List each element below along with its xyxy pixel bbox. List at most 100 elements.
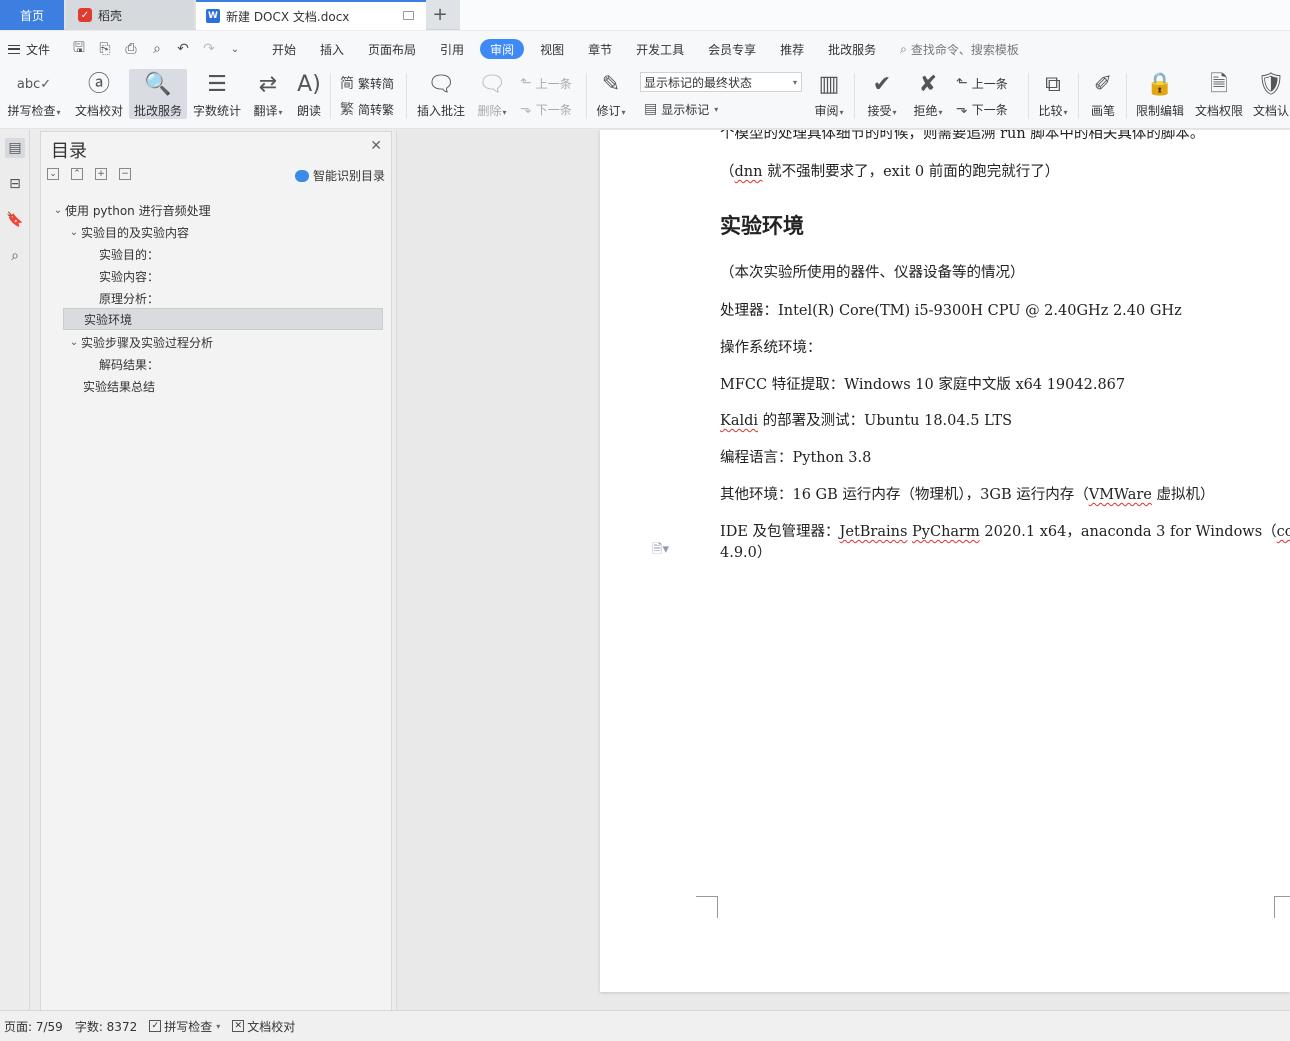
toc-item[interactable]: 实验内容： bbox=[99, 265, 159, 287]
chapter-nav-icon[interactable]: ⊟ bbox=[5, 174, 25, 194]
bookmark-icon[interactable]: 🔖 bbox=[5, 210, 25, 230]
insert-comment-button[interactable]: 🗨 插入批注 bbox=[414, 69, 468, 119]
doc-auth-label: 文档认 bbox=[1252, 104, 1289, 118]
word-count-indicator[interactable]: 字数: 8372 bbox=[75, 1018, 137, 1035]
track-changes-button[interactable]: ✎ 修订▾ bbox=[592, 69, 630, 119]
doc-auth-button[interactable]: 🛡 文档认 bbox=[1252, 69, 1290, 119]
customize-chevron-icon[interactable]: ⌄ bbox=[226, 44, 244, 55]
lock-icon: 🔒 bbox=[1146, 72, 1174, 97]
redo-icon[interactable]: ↷ bbox=[200, 41, 218, 57]
toc-item[interactable]: ⌄ 实验步骤及实验过程分析 bbox=[67, 331, 213, 353]
toc-item[interactable]: 原理分析： bbox=[99, 287, 159, 309]
export-pdf-icon[interactable]: ⎘ bbox=[96, 41, 114, 57]
proofread-box-icon: ✕ bbox=[232, 1020, 245, 1032]
translate-button[interactable]: ⇄ 翻译▾ bbox=[248, 69, 288, 119]
save-icon[interactable]: 🖫 bbox=[70, 37, 88, 61]
command-search[interactable]: ⌕ 查找命令、搜索模板 bbox=[900, 41, 1019, 58]
toc-item-label: 实验步骤及实验过程分析 bbox=[81, 335, 214, 350]
translate-icon: ⇄ bbox=[258, 72, 278, 97]
tab-home[interactable]: 首页 bbox=[0, 0, 64, 30]
monitor-icon[interactable] bbox=[403, 11, 414, 20]
spell-check-button[interactable]: abc✓ 拼写检查▾ bbox=[4, 69, 64, 119]
misspelled-word[interactable]: dnn bbox=[735, 164, 763, 180]
menu-tabs: 开始 插入 页面布局 引用 审阅 视图 章节 开发工具 会员专享 推荐 批改服务 bbox=[260, 39, 888, 59]
toc-item-selected[interactable]: 实验环境 bbox=[63, 308, 383, 330]
menu-tab[interactable]: 审阅 bbox=[480, 39, 525, 59]
tab-document[interactable]: W 新建 DOCX 文档.docx bbox=[196, 0, 426, 30]
file-menu[interactable]: 文件 bbox=[0, 41, 62, 58]
reject-button[interactable]: ✘ 拒绝▾ bbox=[908, 69, 948, 119]
trad-to-simp-button[interactable]: 简 繁转简 bbox=[340, 73, 394, 93]
undo-icon[interactable]: ↶ bbox=[174, 41, 192, 57]
page-indicator-label: 页面: 7/59 bbox=[4, 1019, 63, 1034]
proofread-button[interactable]: ⓐ 文档校对 bbox=[70, 69, 128, 119]
toc-item[interactable]: 实验结果总结 bbox=[83, 375, 155, 397]
misspelled-word[interactable]: VMWare bbox=[1089, 487, 1152, 503]
pen-button[interactable]: ✐ 画笔 bbox=[1084, 69, 1122, 119]
remove-level-icon[interactable]: − bbox=[119, 168, 131, 180]
proofread-label: 文档校对 bbox=[74, 104, 123, 118]
toc-item[interactable]: 实验目的： bbox=[99, 243, 159, 265]
misspelled-word[interactable]: conda bbox=[1277, 524, 1290, 540]
menu-tab[interactable]: 插入 bbox=[308, 39, 356, 59]
menu-tab[interactable]: 引用 bbox=[428, 39, 476, 59]
compare-button[interactable]: ⧉ 比较▾ bbox=[1034, 69, 1072, 119]
toc-panel-icon[interactable]: ▤ bbox=[5, 138, 25, 158]
menu-tab[interactable]: 页面布局 bbox=[356, 39, 428, 59]
show-markup-button[interactable]: ▤ 显示标记 ▾ bbox=[644, 99, 718, 119]
search-icon[interactable]: ⌕ bbox=[5, 246, 25, 266]
review-pane-button[interactable]: ▥ 审阅▾ bbox=[810, 69, 848, 119]
next-comment-label: 下一条 bbox=[535, 102, 572, 117]
checkbox-checked-icon: ✓ bbox=[149, 1020, 162, 1032]
menu-tab[interactable]: 推荐 bbox=[768, 39, 816, 59]
correction-service-button[interactable]: 🔍 批改服务 bbox=[129, 69, 187, 119]
hamburger-icon bbox=[8, 44, 20, 54]
toc-item[interactable]: ⌄ 实验目的及实验内容 bbox=[67, 221, 189, 243]
status-spell-check[interactable]: ✓ 拼写检查 ▾ bbox=[149, 1018, 220, 1035]
tab-daoke[interactable]: ✓ 稻壳 bbox=[66, 0, 194, 30]
markup-state-select[interactable]: 显示标记的最终状态 ▾ bbox=[640, 72, 802, 92]
toc-item[interactable]: ⌄ 使用 python 进行音频处理 bbox=[51, 199, 211, 221]
collapse-all-icon[interactable]: ⌃ bbox=[71, 168, 83, 180]
misspelled-word[interactable]: PyCharm bbox=[912, 524, 980, 540]
print-icon[interactable]: ⎙ bbox=[122, 41, 140, 57]
misspelled-word[interactable]: Kaldi bbox=[720, 413, 758, 429]
menu-tab[interactable]: 章节 bbox=[576, 39, 624, 59]
restrict-edit-button[interactable]: 🔒 限制编辑 bbox=[1132, 69, 1188, 119]
toc-item[interactable]: 解码结果： bbox=[99, 353, 159, 375]
menu-tab[interactable]: 批改服务 bbox=[816, 39, 888, 59]
expand-all-icon[interactable]: ⌄ bbox=[47, 168, 59, 180]
tab-home-label: 首页 bbox=[19, 8, 44, 23]
doc-permission-button[interactable]: 🗎 文档权限 bbox=[1192, 69, 1246, 119]
doc-paragraph: （dnn 就不强制要求了，exit 0 前面的跑完就行了） bbox=[720, 160, 1059, 181]
close-icon[interactable]: ✕ bbox=[370, 138, 382, 154]
status-proofread[interactable]: ✕ 文档校对 bbox=[232, 1018, 295, 1035]
menu-tab[interactable]: 开始 bbox=[260, 39, 308, 59]
tab-bar: 首页 ✓ 稻壳 W 新建 DOCX 文档.docx + bbox=[0, 0, 1290, 30]
misspelled-word[interactable]: JetBrains bbox=[840, 524, 908, 540]
prev-change-button[interactable]: ⬑ 上一条 bbox=[956, 73, 1008, 93]
page-indicator[interactable]: 页面: 7/59 bbox=[4, 1018, 63, 1035]
print-preview-icon[interactable]: ⌕ bbox=[148, 41, 166, 57]
next-comment-button[interactable]: ⬎ 下一条 bbox=[520, 99, 572, 119]
toc-item-label: 原理分析： bbox=[99, 291, 160, 306]
simp-to-trad-button[interactable]: 繁 简转繁 bbox=[340, 99, 394, 119]
shield-icon: 🛡 bbox=[1257, 72, 1285, 97]
next-change-button[interactable]: ⬎ 下一条 bbox=[956, 99, 1008, 119]
new-tab-button[interactable]: + bbox=[430, 4, 450, 25]
prev-comment-button[interactable]: ⬑ 上一条 bbox=[520, 73, 572, 93]
add-level-icon[interactable]: + bbox=[95, 168, 107, 180]
delete-comment-button[interactable]: 🗨 删除▾ bbox=[474, 69, 510, 119]
menu-tab[interactable]: 开发工具 bbox=[624, 39, 696, 59]
smart-toc-button[interactable]: 智能识别目录 bbox=[294, 167, 385, 184]
menu-tab[interactable]: 视图 bbox=[528, 39, 576, 59]
paragraph-layout-icon[interactable]: 🗎▾ bbox=[652, 540, 669, 562]
ribbon-separator bbox=[586, 73, 587, 119]
menu-tab[interactable]: 会员专享 bbox=[696, 39, 768, 59]
proofread-icon: ⓐ bbox=[87, 72, 110, 97]
accept-button[interactable]: ✔ 接受▾ bbox=[862, 69, 902, 119]
trad-to-simp-icon: 简 bbox=[340, 76, 354, 92]
word-count-button[interactable]: ☰ 字数统计 bbox=[189, 69, 245, 119]
read-aloud-button[interactable]: A) 朗读 bbox=[292, 69, 326, 119]
document-page[interactable]: 个模型的处理具体细节的时候，则需要追溯 run 脚本中的相关具体的脚本。 （dn… bbox=[600, 130, 1290, 992]
